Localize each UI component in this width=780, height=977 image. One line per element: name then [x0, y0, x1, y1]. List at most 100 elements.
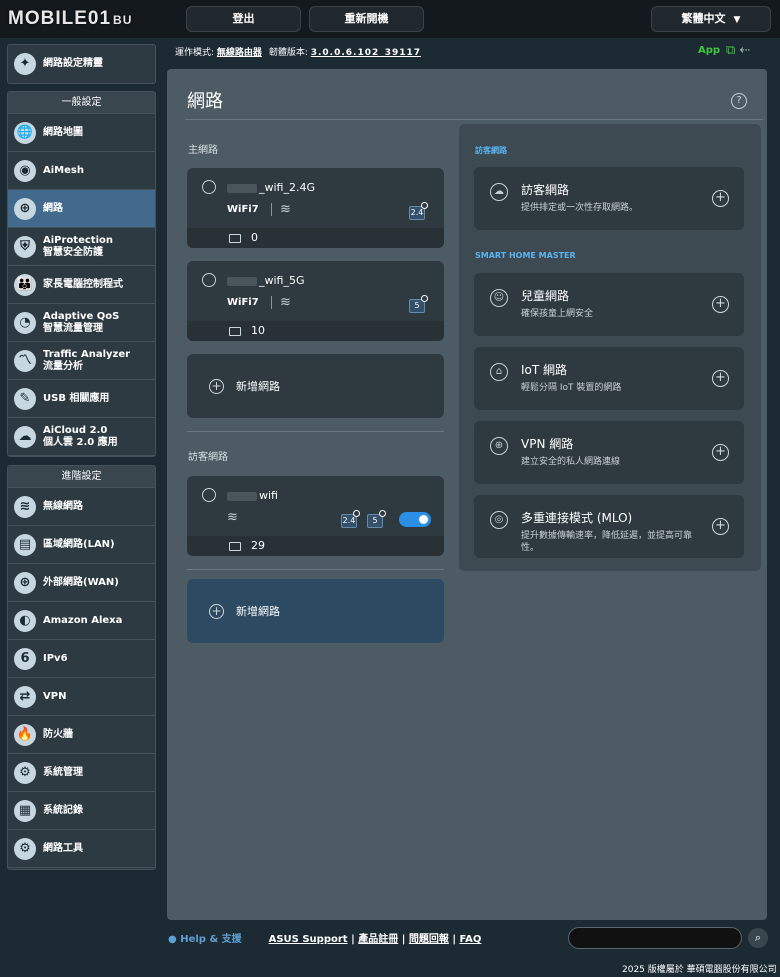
sidebar-item-network-map[interactable]: 🌐 網路地圖 — [8, 114, 155, 152]
status-bar: 運作模式: 無線路由器 韌體版本: 3.0.0.6.102_39117 — [175, 48, 422, 58]
guest-enable-toggle[interactable] — [399, 512, 431, 527]
mode-link[interactable]: 無線路由器 — [217, 48, 262, 58]
cloud-network-icon: ☁ — [490, 183, 508, 201]
app-status-icons: ⧉ ⇠ — [726, 43, 750, 58]
plus-icon: + — [209, 603, 224, 619]
add-guest-network-button[interactable]: + 新增網路 — [187, 579, 444, 643]
sidebar-item-wan[interactable]: ⊕ 外部網路(WAN) — [8, 564, 155, 602]
devices-icon — [229, 234, 241, 243]
globe-icon: ⊕ — [490, 437, 508, 455]
guest-network-card[interactable]: wifi ≋ 2.4 5 29 — [187, 476, 444, 556]
sidebar-item-label: IPv6 — [43, 652, 68, 664]
alexa-icon: ◐ — [14, 609, 36, 632]
product-registration-link[interactable]: 產品註冊 — [358, 934, 398, 945]
sidebar-item-wireless[interactable]: ≋ 無線網路 — [8, 488, 155, 526]
sidebar-item-parental-control[interactable]: 👪 家長電腦控制程式 — [8, 266, 155, 304]
general-settings-header: 一般設定 — [8, 92, 155, 114]
sidebar-item-label: Amazon Alexa — [43, 614, 123, 626]
sidebar-item-alexa[interactable]: ◐ Amazon Alexa — [8, 602, 155, 640]
sidebar-item-label: AiCloud 2.0 個人雲 2.0 應用 — [43, 424, 118, 448]
language-select[interactable]: 繁體中文 ▼ — [651, 6, 771, 32]
smart-home-section: SMART HOME MASTER — [475, 251, 576, 260]
sidebar-advanced: 進階設定 ≋ 無線網路 ▤ 區域網路(LAN) ⊕ 外部網路(WAN) ◐ Amazon Al… — [7, 465, 156, 870]
sidebar-item-label: USB 相關應用 — [43, 392, 110, 404]
sidebar-item-aiprotection[interactable]: ⛨ AiProtection 智慧安全防護 — [8, 228, 155, 266]
search-input[interactable] — [568, 927, 742, 949]
sidebar-item-network-tools[interactable]: ⚙ 網路工具 — [8, 830, 155, 868]
sidebar-item-usb-app[interactable]: ✎ USB 相關應用 — [8, 380, 155, 418]
band-badge: 2.4 — [409, 202, 428, 220]
help-support-link[interactable]: ● Help & 支援 — [168, 934, 242, 945]
add-icon[interactable]: + — [712, 296, 729, 313]
sidebar-item-label: 防火牆 — [43, 728, 73, 740]
network-types-panel: 訪客網路 ☁ 訪客網路 提供排定或一次性存取網路。 + SMART HOME M… — [459, 124, 761, 571]
ipv6-icon: 6 — [14, 647, 36, 670]
network-tools-icon: ⚙ — [14, 837, 36, 860]
sidebar-item-lan[interactable]: ▤ 區域網路(LAN) — [8, 526, 155, 564]
iot-network-card[interactable]: ⌂ IoT 網路 輕鬆分隔 IoT 裝置的網路 + — [474, 347, 744, 410]
sidebar-item-system-log[interactable]: ▦ 系統記錄 — [8, 792, 155, 830]
footer-links: ● Help & 支援 ASUS Support | 產品註冊 | 問題回報 |… — [168, 934, 482, 945]
reboot-button[interactable]: 重新開機 — [309, 6, 424, 32]
copyright: 2025 版權屬於 華碩電腦股份有限公司 — [622, 965, 777, 975]
search-icon[interactable]: ⌕ — [748, 928, 768, 948]
usb-icon: ⇠ — [739, 43, 751, 58]
guest-router-icon — [202, 488, 216, 502]
mlo-network-card[interactable]: ◎ 多重連接模式 (MLO) 提升數據傳輸速率，降低延遲，並提高可靠性。 + — [474, 495, 744, 558]
guest-network-heading: 訪客網路 — [188, 452, 228, 463]
add-icon[interactable]: + — [712, 518, 729, 535]
sidebar-item-administration[interactable]: ⚙ 系統管理 — [8, 754, 155, 792]
logo: MOBILE01 BU — [8, 8, 133, 29]
logout-button[interactable]: 登出 — [186, 6, 301, 32]
sidebar-item-label: 區域網路(LAN) — [43, 538, 115, 550]
wifi-icon: ≋ — [280, 202, 291, 217]
wifi7-badge: WiFi7 — [227, 204, 259, 215]
question-icon: ● — [168, 934, 177, 945]
sidebar-item-aimesh[interactable]: ◉ AiMesh — [8, 152, 155, 190]
add-network-button[interactable]: + 新增網路 — [187, 354, 444, 418]
usb-app-icon: ✎ — [14, 387, 36, 410]
help-icon[interactable]: ? — [731, 93, 747, 109]
top-bar: MOBILE01 BU 登出 重新開機 繁體中文 ▼ — [0, 0, 780, 38]
sidebar-item-label: 外部網路(WAN) — [43, 576, 119, 588]
firewall-icon: 🔥 — [14, 723, 36, 746]
sidebar-item-label: 系統管理 — [43, 766, 83, 778]
sidebar-item-label: AiProtection 智慧安全防護 — [43, 234, 113, 258]
router-icon — [202, 273, 216, 287]
network-card-2g[interactable]: _wifi_2.4G WiFi7 ≋ 2.4 0 — [187, 168, 444, 248]
asus-support-link[interactable]: ASUS Support — [269, 934, 348, 945]
primary-network-heading: 主網路 — [188, 145, 218, 156]
app-link[interactable]: App — [698, 45, 720, 56]
network-card-5g[interactable]: _wifi_5G WiFi7 ≋ 5 10 — [187, 261, 444, 341]
sidebar-item-label: 網路工具 — [43, 842, 83, 854]
child-icon: ☺ — [490, 289, 508, 307]
kids-network-card[interactable]: ☺ 兒童網路 確保孩童上網安全 + — [474, 273, 744, 336]
sidebar-item-label: 家長電腦控制程式 — [43, 278, 123, 290]
sidebar-item-label: 無線網路 — [43, 500, 83, 512]
lan-icon: ▤ — [14, 533, 36, 556]
router-icon — [202, 180, 216, 194]
faq-link[interactable]: FAQ — [459, 934, 481, 945]
sidebar-item-traffic-analyzer[interactable]: 〽 Traffic Analyzer 流量分析 — [8, 342, 155, 380]
vpn-network-card[interactable]: ⊕ VPN 網路 建立安全的私人網路連線 + — [474, 421, 744, 484]
page-title: 網路 — [187, 91, 223, 112]
sidebar-item-ipv6[interactable]: 6 IPv6 — [8, 640, 155, 678]
add-icon[interactable]: + — [712, 444, 729, 461]
wifi-icon: ≋ — [227, 510, 238, 525]
add-icon[interactable]: + — [712, 370, 729, 387]
sidebar-item-firewall[interactable]: 🔥 防火牆 — [8, 716, 155, 754]
client-count: 29 — [251, 539, 265, 552]
sidebar-setup-wizard[interactable]: ✦ 網路設定精靈 — [7, 44, 156, 84]
add-icon[interactable]: + — [712, 190, 729, 207]
guest-network-type-card[interactable]: ☁ 訪客網路 提供排定或一次性存取網路。 + — [474, 167, 744, 230]
guest-network-section: 訪客網路 — [475, 146, 507, 155]
sidebar-item-adaptive-qos[interactable]: ◔ Adaptive QoS 智慧流量管理 — [8, 304, 155, 342]
aiprotection-icon: ⛨ — [14, 235, 36, 258]
sidebar-item-vpn[interactable]: ⇄ VPN — [8, 678, 155, 716]
main-panel: 網路 ? 主網路 _wifi_2.4G WiFi7 ≋ 2.4 0 _wifi_… — [167, 69, 767, 920]
sidebar-item-label: Adaptive QoS 智慧流量管理 — [43, 310, 120, 334]
sidebar-item-aicloud[interactable]: ☁ AiCloud 2.0 個人雲 2.0 應用 — [8, 418, 155, 456]
sidebar-item-network[interactable]: ⊕ 網路 — [8, 190, 155, 228]
feedback-link[interactable]: 問題回報 — [409, 934, 449, 945]
firmware-link[interactable]: 3.0.0.6.102_39117 — [311, 48, 421, 58]
